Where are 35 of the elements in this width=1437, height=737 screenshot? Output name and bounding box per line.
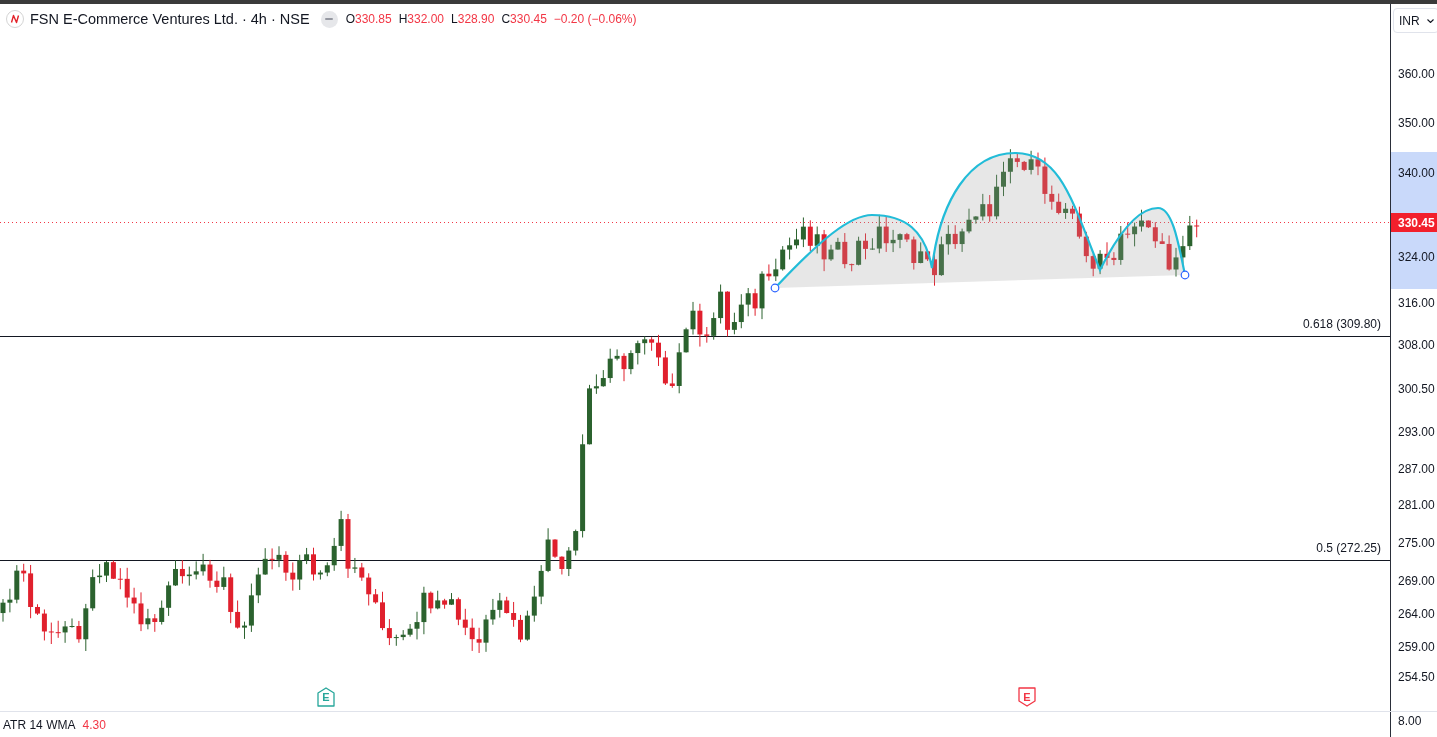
price-axis-label: 281.00 <box>1398 498 1435 512</box>
ohlc-reading: L328.90 <box>451 12 495 26</box>
price-axis-label: 254.50 <box>1398 670 1435 684</box>
current-price-label: 330.45 <box>1391 213 1437 232</box>
price-axis-label: 275.00 <box>1398 536 1435 550</box>
minus-icon <box>325 18 334 20</box>
price-axis-label: 350.00 <box>1398 116 1435 130</box>
currency-dropdown[interactable]: INR <box>1393 8 1437 33</box>
earnings-marker[interactable]: E <box>1018 687 1036 707</box>
ohlc-reading: O330.85 <box>345 12 392 26</box>
price-axis-label: 269.00 <box>1398 574 1435 588</box>
ohlc-reading: C330.45 <box>501 12 547 26</box>
indicator-axis-label: 8.00 <box>1398 714 1422 728</box>
fibonacci-level-label: 0.5 (272.25) <box>1316 541 1381 555</box>
price-change: −0.20 (−0.06%) <box>553 12 637 26</box>
price-axis-label: 293.00 <box>1398 425 1435 439</box>
price-axis-label: 324.00 <box>1398 250 1435 264</box>
indicator-name: ATR 14 WMA <box>3 717 76 732</box>
price-axis-label: 259.00 <box>1398 640 1435 654</box>
anchor-handle-icon[interactable] <box>1180 270 1190 280</box>
anchor-handle-icon[interactable] <box>770 283 780 293</box>
price-axis-label: 264.00 <box>1398 607 1435 621</box>
ohlc-reading: H332.00 <box>398 12 445 26</box>
price-axis-label: 287.00 <box>1398 462 1435 476</box>
price-axis-label: 340.00 <box>1398 166 1435 180</box>
price-axis-label: 300.50 <box>1398 382 1435 396</box>
price-axis-label: 308.00 <box>1398 338 1435 352</box>
legend-toggle-button[interactable] <box>320 10 338 28</box>
price-axis-label: 360.00 <box>1398 67 1435 81</box>
symbol-title: FSN E-Commerce Ventures Ltd. · 4h · NSE <box>30 11 310 27</box>
caret-icon <box>1426 18 1434 23</box>
price-axis-label: 316.00 <box>1398 296 1435 310</box>
earnings-marker[interactable]: E <box>317 687 335 707</box>
indicator-value: 4.30 <box>82 717 106 732</box>
fibonacci-level-label: 0.618 (309.80) <box>1302 317 1381 331</box>
